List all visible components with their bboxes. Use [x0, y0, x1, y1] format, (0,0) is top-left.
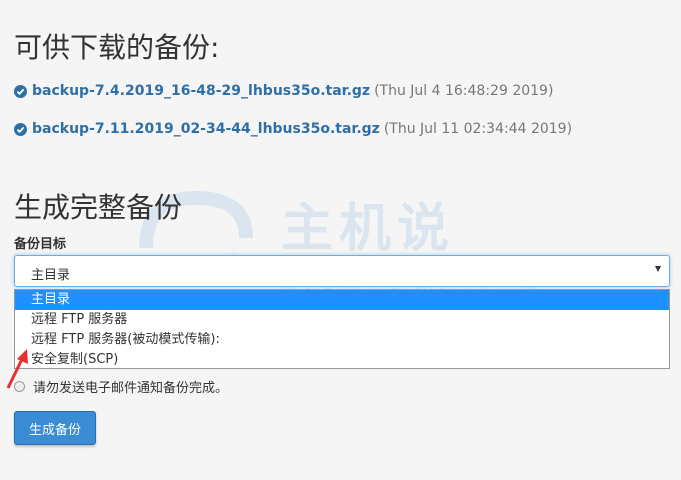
dropdown-option-remote-ftp[interactable]: 远程 FTP 服务器	[15, 310, 669, 330]
backup-date: (Thu Jul 11 02:34:44 2019)	[383, 121, 573, 137]
backup-download-link[interactable]: backup-7.11.2019_02-34-44_lhbus35o.tar.g…	[32, 121, 380, 137]
caret-down-icon	[655, 266, 661, 272]
watermark-title: 主机说	[281, 199, 456, 259]
backup-date: (Thu Jul 4 16:48:29 2019)	[374, 83, 554, 99]
destination-select-value: 主目录	[31, 268, 71, 283]
dropdown-option-scp[interactable]: 安全复制(SCP)	[15, 350, 669, 370]
check-circle-icon	[14, 84, 27, 98]
destination-dropdown-list: 主目录 远程 FTP 服务器 远程 FTP 服务器(被动模式传输): 安全复制(…	[14, 289, 670, 369]
generate-backup-button[interactable]: 生成备份	[14, 411, 96, 445]
no-email-option: 请勿发送电子邮件通知备份完成。	[14, 377, 228, 396]
check-circle-icon	[14, 122, 27, 136]
backup-item: backup-7.11.2019_02-34-44_lhbus35o.tar.g…	[14, 121, 572, 137]
generate-heading: 生成完整备份	[14, 191, 183, 224]
backup-download-link[interactable]: backup-7.4.2019_16-48-29_lhbus35o.tar.gz	[32, 83, 370, 99]
no-email-label: 请勿发送电子邮件通知备份完成。	[33, 381, 229, 396]
dropdown-option-remote-ftp-passive[interactable]: 远程 FTP 服务器(被动模式传输):	[15, 330, 669, 350]
no-email-radio[interactable]	[14, 381, 25, 392]
destination-select[interactable]: 主目录	[14, 255, 670, 287]
backup-item: backup-7.4.2019_16-48-29_lhbus35o.tar.gz…	[14, 83, 553, 99]
dropdown-option-home[interactable]: 主目录	[15, 290, 669, 310]
downloads-heading: 可供下载的备份:	[14, 31, 220, 64]
destination-label: 备份目标	[14, 237, 67, 252]
